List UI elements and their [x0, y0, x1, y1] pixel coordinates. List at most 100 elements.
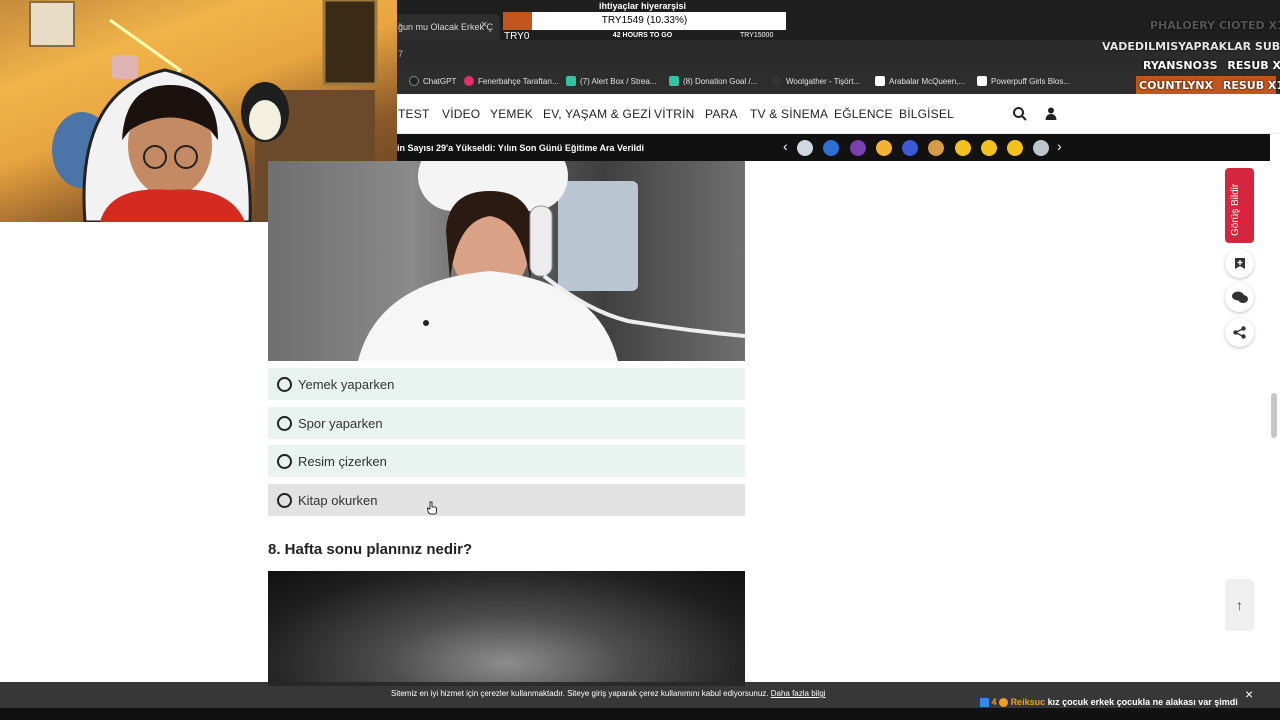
question-7-image: [268, 161, 745, 361]
chat-text: kız çocuk erkek çocukla ne alakası var ş…: [1047, 697, 1238, 707]
nav-item-bilgisel[interactable]: BİLGİSEL: [899, 107, 954, 121]
nav-item-tv-sinema[interactable]: TV & SİNEMA: [750, 107, 828, 121]
chatgpt-icon: [409, 76, 419, 86]
nav-item-para[interactable]: PARA: [705, 107, 738, 121]
question-8-image: [268, 571, 745, 686]
cookie-message: Sitemiz en iyi hizmet için çerezler kull…: [391, 689, 825, 698]
scroll-to-top-button[interactable]: ↑: [1225, 579, 1254, 631]
stream-chat-message: 4 Reiksuc kız çocuk erkek çocukla ne ala…: [980, 697, 1238, 708]
bookmark-fenerbahce[interactable]: Fenerbahçe Taraftarı...: [464, 74, 559, 88]
user-icon[interactable]: [1045, 107, 1057, 120]
radio-button[interactable]: [277, 492, 292, 508]
goal-target: TRY15000: [740, 32, 774, 39]
bookmark-powerpuff[interactable]: Powerpuff Girls Blos...: [977, 74, 1070, 88]
nav-item-video[interactable]: VİDEO: [442, 107, 480, 121]
share-button[interactable]: [1225, 318, 1254, 347]
nav-item-test[interactable]: TEST: [398, 107, 429, 121]
emoji-reaction-icon[interactable]: [928, 140, 944, 156]
answer-option-yemek[interactable]: Yemek yaparken: [268, 368, 745, 400]
alert-line-3: RYANSNO3S RESUB X3: [1143, 59, 1280, 72]
share-icon: [1233, 326, 1246, 339]
tab-close-icon[interactable]: ×: [481, 19, 487, 31]
bookmark-label: (8) Donation Goal /...: [683, 76, 758, 86]
streamlabs-icon: [566, 76, 576, 86]
emoji-reaction-icon[interactable]: [981, 140, 997, 156]
woolgather-icon: [772, 76, 782, 86]
streamlabs-icon: [669, 76, 679, 86]
bookmark-label: ChatGPT: [423, 76, 457, 86]
cookie-text: Sitemiz en iyi hizmet için çerezler kull…: [391, 689, 769, 698]
bookmark-label: (7) Alert Box / Strea...: [580, 76, 657, 86]
bottom-strip: [0, 708, 1280, 720]
tab-title: ğun mu Olacak Erkek Ç: [398, 22, 494, 32]
answer-option-spor[interactable]: Spor yaparken: [268, 407, 745, 439]
option-label: Resim çizerken: [298, 453, 387, 469]
arrow-up-icon: ↑: [1236, 597, 1243, 613]
emoji-reaction-icon[interactable]: [1033, 140, 1049, 156]
bookmark-label: Woolgather - Tişört...: [786, 76, 861, 86]
search-icon[interactable]: [1013, 107, 1027, 121]
chat-username: Reiksuc: [1010, 697, 1046, 707]
bookmark-alert-box[interactable]: (7) Alert Box / Strea...: [566, 74, 656, 88]
emoji-reaction-icon[interactable]: [876, 140, 892, 156]
bookmark-label: Powerpuff Girls Blos...: [991, 76, 1070, 86]
alert-line-2: VADEDILMISYAPRAKLAR SUB: [1102, 40, 1280, 53]
option-label: Kitap okurken: [298, 492, 378, 508]
nav-item-vitrin[interactable]: VİTRİN: [654, 107, 695, 121]
chevron-left-icon[interactable]: ‹: [783, 139, 788, 153]
emoji-reaction-icon[interactable]: [955, 140, 971, 156]
address-text: 7: [398, 49, 404, 59]
alert-type: RESUB X19: [1222, 79, 1280, 92]
page-scrollbar[interactable]: [1271, 393, 1277, 438]
radio-button[interactable]: [277, 453, 292, 469]
radio-button[interactable]: [277, 376, 292, 392]
radio-button[interactable]: [277, 415, 292, 431]
comments-icon: [1231, 291, 1248, 303]
alert-user: COUNTLYNX: [1139, 79, 1214, 92]
bookmark-chatgpt[interactable]: ChatGPT: [409, 74, 456, 88]
chat-count: 4: [991, 697, 997, 707]
nav-item-ev-yasam-gezi[interactable]: EV, YAŞAM & GEZİ: [543, 107, 651, 121]
answer-option-resim[interactable]: Resim çizerken: [268, 445, 745, 477]
alert-user: RYANSNO3S: [1143, 59, 1218, 72]
chevron-right-icon[interactable]: ›: [1057, 139, 1062, 153]
emoji-reaction-icon[interactable]: [823, 140, 839, 156]
emoji-reaction-icon[interactable]: [902, 140, 918, 156]
goal-time-left: 42 HOURS TO GO: [612, 32, 673, 39]
feedback-label: Görüş Bildir: [1230, 183, 1241, 236]
bookmark-woolgather[interactable]: Woolgather - Tişört...: [772, 74, 860, 88]
hand-cursor-icon: [427, 501, 437, 515]
bookmark-icon: [977, 76, 987, 86]
bookmark-label: Arabalar McQueen,...: [889, 76, 966, 86]
comments-button[interactable]: [1225, 283, 1254, 312]
bookmark-plus-icon: [1234, 258, 1245, 269]
bookmark-donation-goal[interactable]: (8) Donation Goal /...: [669, 74, 757, 88]
news-headline[interactable]: in Sayısı 29'a Yükseldi: Yılın Son Günü …: [397, 143, 644, 153]
answer-option-kitap[interactable]: Kitap okurken: [268, 484, 745, 516]
alert-line-4: COUNTLYNX RESUB X19: [1139, 79, 1280, 92]
bookmark-icon: [875, 76, 885, 86]
nav-item-eglence[interactable]: EĞLENCE: [834, 107, 893, 121]
emoji-reaction-icon[interactable]: [850, 140, 866, 156]
goal-amount: TRY1549 (10.33%): [601, 15, 688, 26]
chat-badge-icon: [999, 698, 1009, 708]
option-label: Spor yaparken: [298, 415, 383, 431]
bookmark-arabalar[interactable]: Arabalar McQueen,...: [875, 74, 965, 88]
alert-user: PHALOERY: [1150, 19, 1216, 32]
option-label: Yemek yaparken: [298, 376, 395, 392]
bookmark-label: Fenerbahçe Taraftarı...: [478, 76, 559, 86]
bookmark-add-button[interactable]: [1225, 249, 1254, 278]
emoji-reaction-icon[interactable]: [1007, 140, 1023, 156]
nav-item-yemek[interactable]: YEMEK: [490, 107, 533, 121]
goal-start: TRY0: [504, 31, 530, 42]
cookie-more-link[interactable]: Daha fazla bilgi: [771, 689, 826, 698]
instagram-icon: [464, 76, 474, 86]
close-icon[interactable]: ×: [1245, 686, 1253, 702]
goal-title: ihtiyaçlar hiyerarşisi: [598, 1, 687, 11]
alert-type: RESUB X3: [1227, 59, 1280, 72]
alert-line-1: PHALOERY CIOTED X1: [1150, 19, 1280, 32]
emoji-reaction-icon[interactable]: [797, 140, 813, 156]
chat-badge-icon: [980, 698, 989, 708]
question-7-illustration: [358, 161, 745, 361]
alert-type: CIOTED X1: [1218, 19, 1280, 32]
